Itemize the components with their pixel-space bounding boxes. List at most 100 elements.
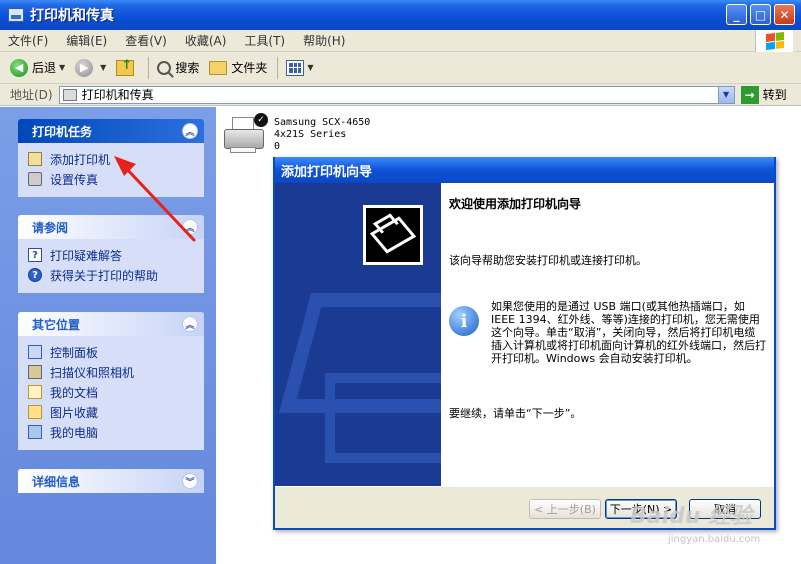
toolbar-divider (148, 56, 150, 79)
task-pane: 打印机任务 ︽ 添加打印机 设置传真 请参阅 ︽ ? 打印疑难解答 ? 获得关于… (0, 107, 216, 564)
window-titlebar: 打印机和传真 _ □ ✕ (0, 0, 801, 30)
other-places-panel: 其它位置 ︽ 控制面板 扫描仪和照相机 我的文档 图片收藏 我的电脑 (18, 312, 204, 450)
menu-bar: 文件(F) 编辑(E) 查看(V) 收藏(A) 工具(T) 帮助(H) (0, 30, 801, 52)
search-button[interactable]: 搜索 (157, 59, 199, 76)
chevron-up-icon[interactable]: ︽ (182, 123, 198, 139)
task-label: 设置传真 (50, 172, 99, 187)
minimize-button[interactable]: _ (726, 4, 747, 25)
task-setup-fax[interactable]: 设置传真 (28, 169, 194, 189)
panel-title: 其它位置 (32, 317, 81, 332)
chevron-down-icon[interactable]: ▼ (59, 63, 65, 72)
wizard-heading: 欢迎使用添加打印机向导 (449, 197, 582, 211)
window-controls: _ □ ✕ (726, 4, 795, 25)
panel-title: 请参阅 (32, 220, 69, 235)
maximize-button[interactable]: □ (750, 4, 771, 25)
menu-help[interactable]: 帮助(H) (303, 32, 345, 49)
menu-file[interactable]: 文件(F) (8, 32, 48, 49)
panel-title: 详细信息 (32, 474, 81, 489)
forward-button[interactable]: ▶ ▼ (75, 58, 106, 77)
control-panel-icon (28, 345, 42, 359)
chevron-down-icon[interactable]: ▼ (100, 63, 106, 72)
go-button[interactable]: → 转到 (740, 85, 787, 104)
folders-button[interactable]: 文件夹 (209, 59, 267, 76)
details-panel: 详细信息 ︾ (18, 469, 204, 493)
forward-arrow-icon: ▶ (75, 58, 94, 77)
back-label: 后退 (32, 61, 57, 75)
chevron-down-icon[interactable]: ︾ (182, 473, 198, 489)
address-input[interactable]: 打印机和传真 ▼ (58, 85, 735, 104)
printer-name: Samsung SCX-4650 (274, 117, 371, 128)
back-step-button[interactable]: < 上一步(B) (529, 499, 601, 519)
link-print-help[interactable]: ? 获得关于打印的帮助 (28, 265, 194, 285)
default-check-icon: ✓ (254, 113, 268, 127)
task-label: 添加打印机 (50, 152, 111, 167)
go-label: 转到 (762, 88, 787, 102)
chevron-down-icon[interactable]: ▼ (307, 63, 313, 72)
add-printer-icon (28, 152, 42, 166)
folder-icon (209, 60, 228, 75)
printer-folder-icon (8, 8, 24, 22)
pictures-icon (28, 405, 42, 419)
task-label: 我的电脑 (50, 425, 99, 440)
watermark-logo: Baidu 经验 (630, 504, 753, 529)
address-label: 地址(D) (10, 88, 53, 102)
views-icon (286, 59, 305, 76)
close-button[interactable]: ✕ (774, 4, 795, 25)
menu-view[interactable]: 查看(V) (125, 32, 167, 49)
printer-wizard-icon (363, 205, 423, 265)
link-control-panel[interactable]: 控制面板 (28, 342, 194, 362)
chevron-up-icon[interactable]: ︽ (182, 219, 198, 235)
see-also-panel: 请参阅 ︽ ? 打印疑难解答 ? 获得关于打印的帮助 (18, 215, 204, 293)
task-add-printer[interactable]: 添加打印机 (28, 149, 194, 169)
link-print-troubleshoot[interactable]: ? 打印疑难解答 (28, 245, 194, 265)
menu-edit[interactable]: 编辑(E) (66, 32, 107, 49)
link-my-computer[interactable]: 我的电脑 (28, 422, 194, 442)
back-arrow-icon: ◀ (10, 58, 28, 77)
link-scanners-cameras[interactable]: 扫描仪和照相机 (28, 362, 194, 382)
back-button[interactable]: ◀ 后退 ▼ (10, 58, 65, 77)
up-folder-button[interactable] (116, 58, 138, 76)
window-title: 打印机和传真 (30, 8, 114, 24)
documents-icon (28, 385, 42, 399)
panel-header[interactable]: 其它位置 ︽ (18, 312, 204, 336)
task-label: 控制面板 (50, 345, 99, 360)
add-printer-wizard-dialog: 添加打印机向导 欢迎使用添加打印机向导 该向导帮助您安装打印机或连接打印机。 i… (273, 157, 776, 530)
watermark-url: jingyan.baidu.com (668, 534, 761, 545)
panel-header[interactable]: 打印机任务 ︽ (18, 119, 204, 143)
task-label: 打印疑难解答 (50, 248, 123, 263)
question-icon: ? (28, 268, 42, 282)
dialog-titlebar: 添加打印机向导 (275, 157, 774, 183)
menu-tools[interactable]: 工具(T) (244, 32, 285, 49)
panel-header[interactable]: 请参阅 ︽ (18, 215, 204, 239)
chevron-down-icon[interactable]: ▼ (717, 86, 734, 103)
printer-icon: ✓ (222, 113, 268, 157)
printer-icon (62, 88, 77, 101)
menu-favorites[interactable]: 收藏(A) (185, 32, 227, 49)
wizard-continue-hint: 要继续，请单击“下一步”。 (449, 407, 582, 420)
wizard-intro: 该向导帮助您安装打印机或连接打印机。 (449, 254, 647, 267)
address-value: 打印机和传真 (81, 88, 154, 102)
fax-icon (28, 172, 42, 186)
link-my-pictures[interactable]: 图片收藏 (28, 402, 194, 422)
link-my-documents[interactable]: 我的文档 (28, 382, 194, 402)
dialog-title: 添加打印机向导 (281, 164, 373, 180)
wizard-banner (275, 183, 441, 486)
scanner-icon (28, 365, 42, 379)
wizard-info: i 如果您使用的是通过 USB 端口(或其他热插端口，如 IEEE 1394、红… (449, 300, 766, 365)
up-folder-icon (116, 58, 135, 76)
printer-docs-count: 0 (274, 141, 281, 152)
computer-icon (28, 425, 42, 439)
folders-label: 文件夹 (231, 61, 268, 75)
search-label: 搜索 (175, 61, 200, 75)
search-icon (157, 60, 172, 75)
task-label: 获得关于打印的帮助 (50, 268, 159, 283)
info-text: 如果您使用的是通过 USB 端口(或其他热插端口，如 IEEE 1394、红外线… (491, 300, 766, 365)
panel-header[interactable]: 详细信息 ︾ (18, 469, 204, 493)
help-icon: ? (28, 248, 42, 262)
go-arrow-icon: → (740, 85, 759, 104)
chevron-up-icon[interactable]: ︽ (182, 316, 198, 332)
printer-model: 4x21S Series (274, 129, 347, 140)
printer-item[interactable]: ✓ Samsung SCX-4650 4x21S Series 0 (222, 113, 370, 157)
views-button[interactable]: ▼ (286, 59, 314, 76)
task-label: 扫描仪和照相机 (50, 365, 135, 380)
